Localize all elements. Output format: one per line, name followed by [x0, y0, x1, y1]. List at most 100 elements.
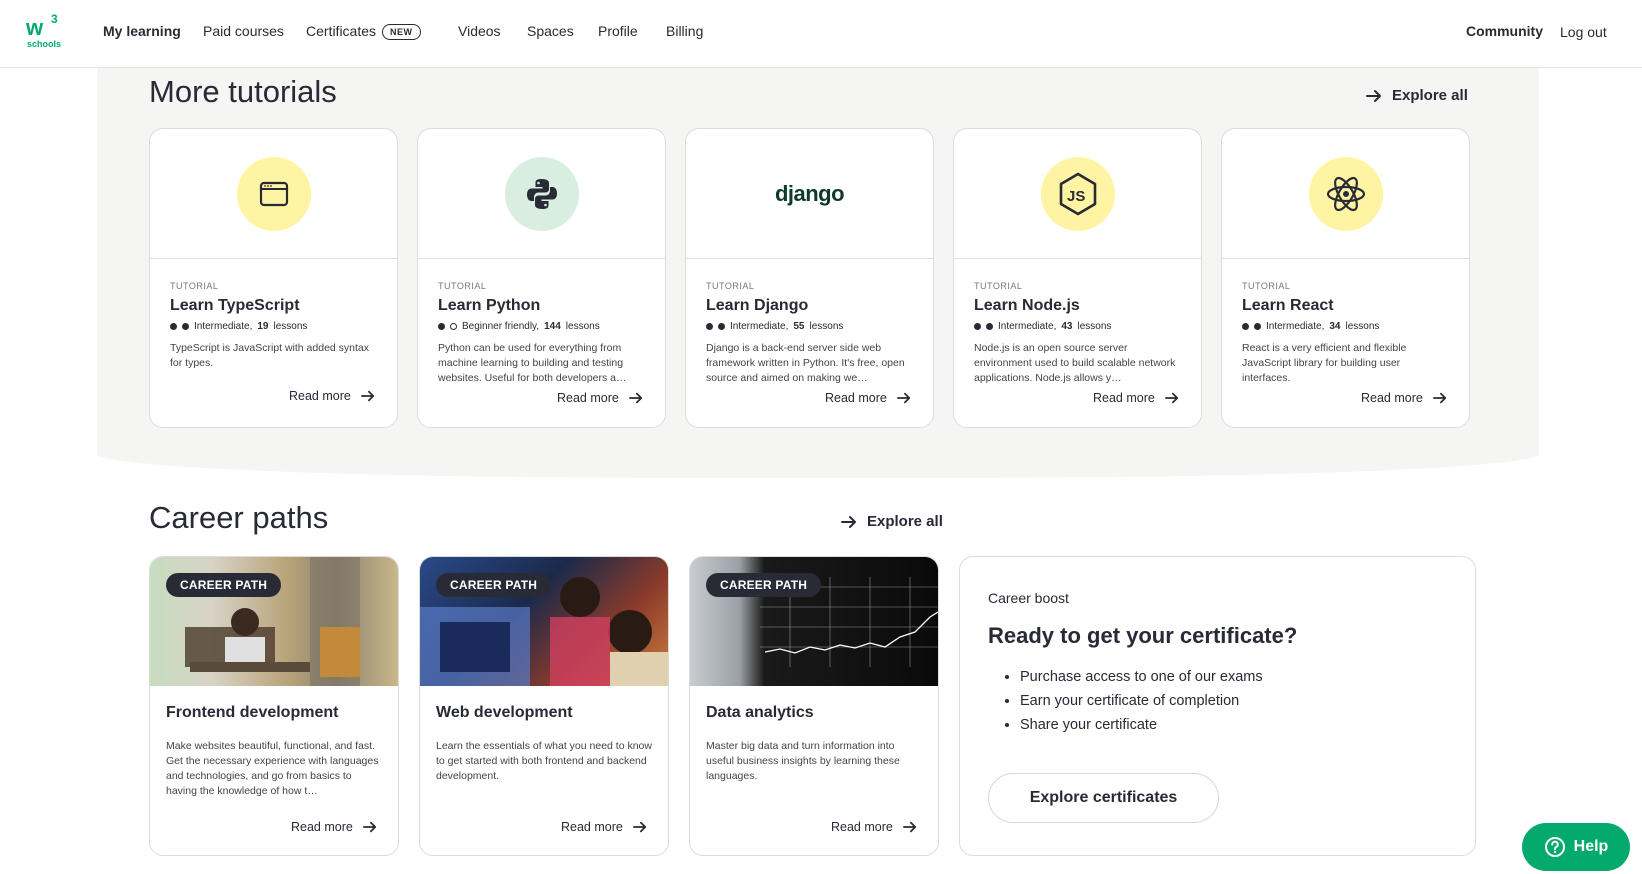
- card-title: Learn Django: [706, 297, 809, 314]
- career-card-frontend[interactable]: CAREER PATH Frontend development Make we…: [149, 556, 399, 856]
- read-more-link[interactable]: Read more: [289, 389, 375, 403]
- card-description: Python can be used for everything from m…: [438, 342, 627, 384]
- career-photo-web: CAREER PATH: [420, 557, 668, 686]
- card-kicker: TUTORIAL: [974, 281, 1023, 291]
- w3schools-logo[interactable]: w 3 schools: [25, 11, 66, 51]
- career-card-data[interactable]: CAREER PATH Data analytics Master big da…: [689, 556, 939, 856]
- level-dot: [718, 323, 725, 330]
- lessons-count: 144: [544, 321, 561, 332]
- level-dot: [1242, 323, 1249, 330]
- help-button[interactable]: Help: [1522, 823, 1630, 871]
- read-more-link[interactable]: Read more: [1361, 391, 1447, 405]
- certificate-heading: Ready to get your certificate?: [988, 623, 1298, 648]
- arrow-right-icon: [1164, 392, 1178, 404]
- tutorials-explore-all[interactable]: Explore all: [1366, 87, 1468, 104]
- nav-spaces[interactable]: Spaces: [527, 23, 574, 39]
- read-more-label: Read more: [831, 820, 893, 834]
- level-dot: [706, 323, 713, 330]
- level-text: Intermediate,: [1266, 321, 1325, 332]
- tutorial-card-django[interactable]: django TUTORIAL Learn Django Intermediat…: [685, 128, 934, 428]
- arrow-right-icon: [896, 392, 910, 404]
- nav-my-learning[interactable]: My learning: [103, 23, 181, 39]
- nodejs-icon: JS: [1040, 156, 1115, 231]
- list-item: Purchase access to one of our exams: [1020, 665, 1263, 689]
- read-more-label: Read more: [557, 391, 619, 405]
- svg-text:w: w: [26, 15, 44, 40]
- nav-certificates[interactable]: Certificates NEW: [306, 23, 421, 40]
- svg-text:schools: schools: [27, 39, 61, 49]
- nav-community[interactable]: Community: [1466, 23, 1543, 39]
- nav-videos[interactable]: Videos: [458, 23, 501, 39]
- level-dot: [1254, 323, 1261, 330]
- read-more-link[interactable]: Read more: [557, 391, 643, 405]
- career-path-badge: CAREER PATH: [706, 573, 822, 597]
- arrow-right-icon: [628, 392, 642, 404]
- arrow-right-icon: [841, 515, 856, 528]
- arrow-right-icon: [1432, 392, 1446, 404]
- lessons-word: lessons: [1077, 321, 1112, 332]
- card-title: Learn Python: [438, 297, 541, 314]
- nav-paid-courses[interactable]: Paid courses: [203, 23, 284, 39]
- arrow-right-icon: [362, 821, 376, 833]
- read-more-link[interactable]: Read more: [561, 820, 647, 834]
- tutorial-card-python[interactable]: TUTORIAL Learn Python Beginner friendly,…: [417, 128, 666, 428]
- card-header: JS: [954, 129, 1201, 259]
- card-kicker: TUTORIAL: [438, 281, 487, 291]
- card-meta: Intermediate, 19 lessons: [170, 321, 377, 332]
- tutorial-card-typescript[interactable]: TUTORIAL Learn TypeScript Intermediate, 1…: [149, 128, 398, 428]
- read-more-label: Read more: [561, 820, 623, 834]
- card-title: Frontend development: [166, 704, 339, 721]
- arrow-right-icon: [632, 821, 646, 833]
- tutorial-card-nodejs[interactable]: JS TUTORIAL Learn Node.js Intermediate, 4…: [953, 128, 1202, 428]
- card-description: Learn the essentials of what you need to…: [436, 740, 652, 782]
- career-section-title: Career paths: [149, 500, 329, 535]
- card-kicker: TUTORIAL: [170, 281, 219, 291]
- read-more-link[interactable]: Read more: [291, 820, 377, 834]
- certificate-list: Purchase access to one of our exams Earn…: [1020, 665, 1263, 737]
- lessons-count: 43: [1061, 321, 1073, 332]
- career-path-badge: CAREER PATH: [436, 573, 552, 597]
- read-more-link[interactable]: Read more: [1093, 391, 1179, 405]
- explore-certificates-button[interactable]: Explore certificates: [988, 773, 1219, 823]
- card-header: [150, 129, 397, 259]
- react-icon: [1308, 156, 1383, 231]
- card-title: Learn Node.js: [974, 297, 1080, 314]
- svg-text:3: 3: [51, 12, 58, 26]
- card-title: Learn React: [1242, 297, 1334, 314]
- new-badge: NEW: [382, 24, 421, 40]
- django-logo: django: [774, 180, 845, 206]
- card-meta: Beginner friendly, 144 lessons: [438, 321, 645, 332]
- question-icon: [1544, 837, 1565, 857]
- card-header: [1222, 129, 1469, 259]
- nav-billing[interactable]: Billing: [666, 23, 703, 39]
- tutorial-card-react[interactable]: TUTORIAL Learn React Intermediate, 34 less…: [1221, 128, 1470, 428]
- career-card-web[interactable]: CAREER PATH Web development Learn the es…: [419, 556, 669, 856]
- card-title: Learn TypeScript: [170, 297, 300, 314]
- card-description: Make websites beautiful, functional, and…: [166, 740, 379, 797]
- career-path-badge: CAREER PATH: [166, 573, 282, 597]
- browser-window-icon: [236, 156, 311, 231]
- python-icon: [504, 156, 579, 231]
- card-description: Node.js is an open source server environ…: [974, 342, 1176, 384]
- certificate-panel: Career boost Ready to get your certifica…: [959, 556, 1476, 856]
- level-text: Intermediate,: [194, 321, 253, 332]
- nav-profile[interactable]: Profile: [598, 23, 638, 39]
- nav-logout[interactable]: Log out: [1560, 24, 1607, 40]
- level-text: Intermediate,: [730, 321, 789, 332]
- list-item: Share your certificate: [1020, 713, 1263, 737]
- lessons-word: lessons: [565, 321, 600, 332]
- card-header: django: [686, 129, 933, 259]
- level-dot: [974, 323, 981, 330]
- lessons-word: lessons: [1345, 321, 1380, 332]
- nav-certificates-label: Certificates: [306, 23, 377, 39]
- card-description: Django is a back-end server side web fra…: [706, 342, 905, 384]
- card-kicker: TUTORIAL: [1242, 281, 1291, 291]
- lessons-count: 34: [1329, 321, 1341, 332]
- read-more-label: Read more: [825, 391, 887, 405]
- card-meta: Intermediate, 55 lessons: [706, 321, 913, 332]
- read-more-label: Read more: [1361, 391, 1423, 405]
- career-explore-all[interactable]: Explore all: [841, 513, 943, 530]
- read-more-link[interactable]: Read more: [831, 820, 917, 834]
- read-more-link[interactable]: Read more: [825, 391, 911, 405]
- svg-text:JS: JS: [1067, 188, 1085, 205]
